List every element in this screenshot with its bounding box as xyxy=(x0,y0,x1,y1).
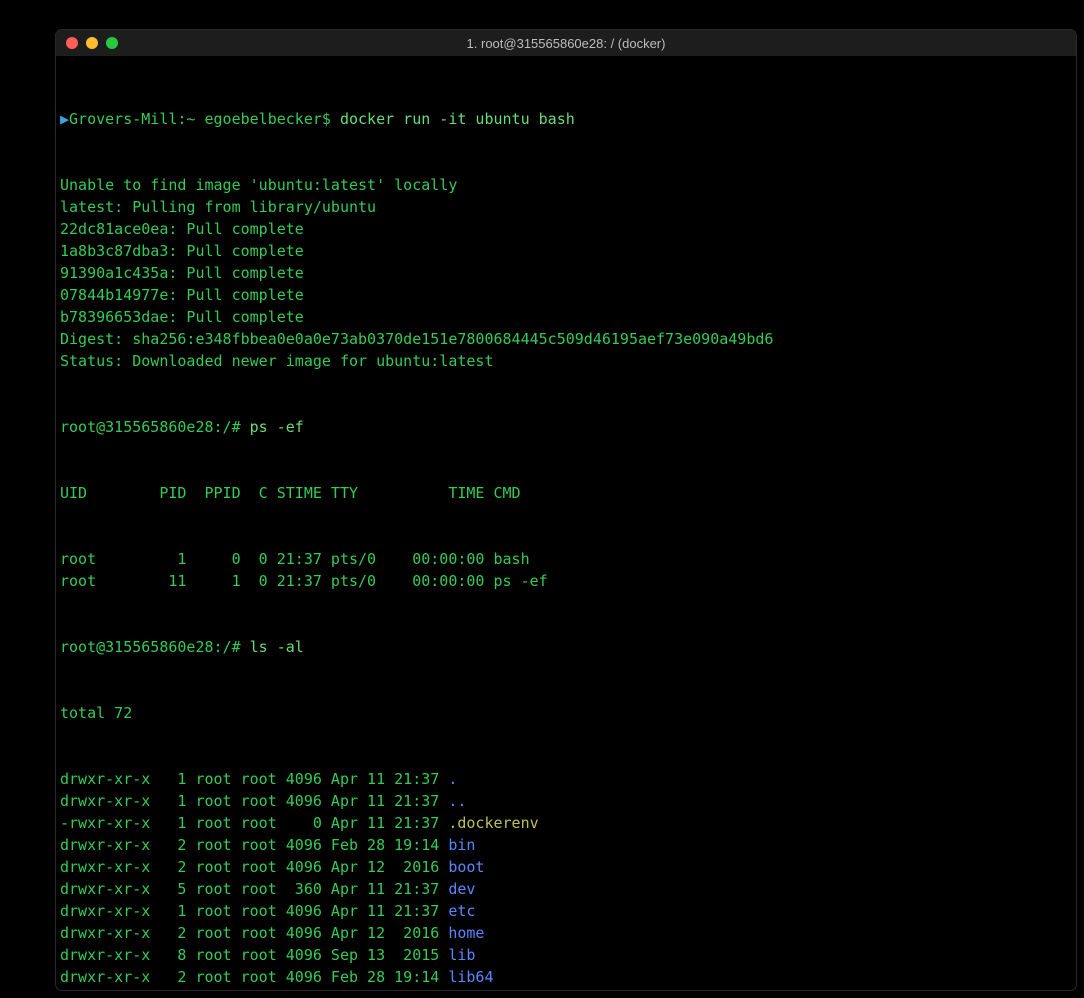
ls-perm: drwxr-xr-x 1 root root 4096 Apr 11 21:37 xyxy=(60,770,448,788)
traffic-lights xyxy=(56,37,118,49)
ps-row: root 11 1 0 21:37 pts/0 00:00:00 ps -ef xyxy=(60,570,1072,592)
output-line: 22dc81ace0ea: Pull complete xyxy=(60,218,1072,240)
ls-row: drwxr-xr-x 1 root root 4096 Apr 11 21:37… xyxy=(60,900,1072,922)
prompt-arrow-icon: ▶ xyxy=(60,110,69,128)
window-title: 1. root@315565860e28: / (docker) xyxy=(56,36,1076,51)
ls-name: home xyxy=(448,924,484,942)
ls-name: .dockerenv xyxy=(448,814,538,832)
shell-prompt: root@315565860e28:/# xyxy=(60,638,250,656)
output-line: b78396653dae: Pull complete xyxy=(60,306,1072,328)
ls-name: lib64 xyxy=(448,968,493,986)
command-text: ps -ef xyxy=(250,418,304,436)
prompt-line-2: root@315565860e28:/# ps -ef xyxy=(60,416,1072,438)
ls-row: drwxr-xr-x 2 root root 4096 Feb 28 19:14… xyxy=(60,966,1072,988)
ls-perm: drwxr-xr-x 5 root root 360 Apr 11 21:37 xyxy=(60,880,448,898)
ls-name: bin xyxy=(448,836,475,854)
output-line: 07844b14977e: Pull complete xyxy=(60,284,1072,306)
terminal-body[interactable]: ▶Grovers-Mill:~ egoebelbecker$ docker ru… xyxy=(56,56,1076,990)
shell-prompt: Grovers-Mill:~ egoebelbecker$ xyxy=(69,110,340,128)
ls-perm: drwxr-xr-x 8 root root 4096 Sep 13 2015 xyxy=(60,946,448,964)
close-icon[interactable] xyxy=(66,37,78,49)
ls-row: drwxr-xr-x 2 root root 4096 Apr 12 2016 … xyxy=(60,856,1072,878)
ls-row: -rwxr-xr-x 1 root root 0 Apr 11 21:37 .d… xyxy=(60,812,1072,834)
output-line: Digest: sha256:e348fbbea0e0a0e73ab0370de… xyxy=(60,328,1072,350)
titlebar: 1. root@315565860e28: / (docker) xyxy=(56,30,1076,56)
ls-row: drwxr-xr-x 2 root root 4096 Feb 28 19:14… xyxy=(60,834,1072,856)
terminal-window: 1. root@315565860e28: / (docker) ▶Grover… xyxy=(56,30,1076,990)
ls-perm: drwxr-xr-x 2 root root 4096 Apr 12 2016 xyxy=(60,924,448,942)
ls-name: etc xyxy=(448,902,475,920)
ls-row: drwxr-xr-x 2 root root 4096 Apr 12 2016 … xyxy=(60,922,1072,944)
ps-row: root 1 0 0 21:37 pts/0 00:00:00 bash xyxy=(60,548,1072,570)
minimize-icon[interactable] xyxy=(86,37,98,49)
output-line: 91390a1c435a: Pull complete xyxy=(60,262,1072,284)
ls-row: drwxr-xr-x 5 root root 360 Apr 11 21:37 … xyxy=(60,878,1072,900)
ls-perm: drwxr-xr-x 1 root root 4096 Apr 11 21:37 xyxy=(60,792,448,810)
output-line: latest: Pulling from library/ubuntu xyxy=(60,196,1072,218)
command-text: docker run -it ubuntu bash xyxy=(340,110,575,128)
ls-name: boot xyxy=(448,858,484,876)
output-line: 1a8b3c87dba3: Pull complete xyxy=(60,240,1072,262)
ls-name: . xyxy=(448,770,457,788)
ls-perm: drwxr-xr-x 1 root root 4096 Apr 11 21:37 xyxy=(60,902,448,920)
ls-row: drwxr-xr-x 1 root root 4096 Apr 11 21:37… xyxy=(60,790,1072,812)
prompt-line-3: root@315565860e28:/# ls -al xyxy=(60,636,1072,658)
prompt-line-1: ▶Grovers-Mill:~ egoebelbecker$ docker ru… xyxy=(60,108,1072,130)
ls-perm: -rwxr-xr-x 1 root root 0 Apr 11 21:37 xyxy=(60,814,448,832)
ps-header: UID PID PPID C STIME TTY TIME CMD xyxy=(60,482,1072,504)
ls-name: lib xyxy=(448,946,475,964)
ls-perm: drwxr-xr-x 2 root root 4096 Feb 28 19:14 xyxy=(60,968,448,986)
ls-total: total 72 xyxy=(60,702,1072,724)
ls-name: .. xyxy=(448,792,466,810)
shell-prompt: root@315565860e28:/# xyxy=(60,418,250,436)
ls-perm: drwxr-xr-x 2 root root 4096 Apr 12 2016 xyxy=(60,858,448,876)
output-line: Unable to find image 'ubuntu:latest' loc… xyxy=(60,174,1072,196)
zoom-icon[interactable] xyxy=(106,37,118,49)
ls-name: dev xyxy=(448,880,475,898)
ls-row: drwxr-xr-x 8 root root 4096 Sep 13 2015 … xyxy=(60,944,1072,966)
command-text: ls -al xyxy=(250,638,304,656)
ls-perm: drwxr-xr-x 2 root root 4096 Feb 28 19:14 xyxy=(60,836,448,854)
output-line: Status: Downloaded newer image for ubunt… xyxy=(60,350,1072,372)
ls-row: drwxr-xr-x 2 root root 4096 Feb 28 19:13… xyxy=(60,988,1072,990)
ls-row: drwxr-xr-x 1 root root 4096 Apr 11 21:37… xyxy=(60,768,1072,790)
